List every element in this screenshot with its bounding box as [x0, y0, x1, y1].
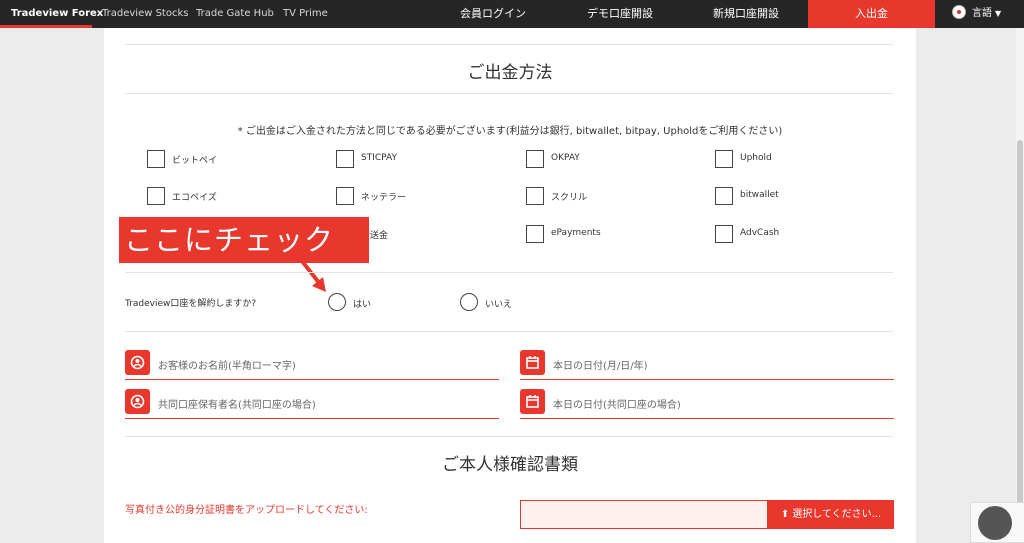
checkbox[interactable] — [526, 225, 544, 243]
joint-name-placeholder: 共同口座保有者名(共同口座の場合) — [158, 400, 316, 411]
withdraw-method-title: ご出金方法 — [467, 63, 553, 83]
joint-date-placeholder: 本日の日付(共同口座の場合) — [553, 400, 681, 411]
caret-down-icon: ▼ — [995, 9, 1002, 18]
nav-link-stocks[interactable]: Tradeview Stocks — [102, 0, 188, 28]
upload-file-display[interactable] — [520, 500, 768, 529]
radio-no[interactable] — [460, 293, 478, 311]
date-placeholder: 本日の日付(月/日/年) — [553, 361, 648, 372]
checkbox[interactable] — [715, 150, 733, 168]
nav-new-account[interactable]: 新規口座開設 — [713, 0, 779, 28]
checkbox[interactable] — [336, 187, 354, 205]
user-icon — [125, 350, 150, 375]
calendar-icon — [520, 389, 545, 414]
annotation-callout: ここにチェック — [119, 217, 369, 263]
radio-yes[interactable] — [328, 293, 346, 311]
upload-id-label: 写真付き公的身分証明書をアップロードしてください: — [125, 505, 368, 516]
close-account-question: Tradeview口座を解約しますか? — [125, 299, 257, 309]
checkbox[interactable] — [526, 187, 544, 205]
divider — [125, 93, 893, 94]
nav-link-tv-prime[interactable]: TV Prime — [283, 0, 328, 28]
radio-yes-label: はい — [353, 300, 372, 310]
joint-date-field[interactable]: 本日の日付(共同口座の場合) — [520, 389, 894, 419]
nav-member-login[interactable]: 会員ログイン — [460, 0, 526, 28]
checkbox[interactable] — [715, 225, 733, 243]
upload-icon: ⬆ — [780, 509, 790, 520]
divider — [125, 44, 893, 45]
identity-docs-title: ご本人様確認書類 — [442, 455, 578, 475]
radio-no-label: いいえ — [485, 300, 513, 310]
checkbox[interactable] — [147, 150, 165, 168]
name-placeholder: お客様のお名前(半角ローマ字) — [158, 361, 296, 372]
language-label: 言語 — [972, 8, 992, 19]
checkbox[interactable] — [147, 187, 165, 205]
checkbox[interactable] — [336, 150, 354, 168]
active-tab-underline — [0, 25, 92, 28]
divider — [125, 436, 893, 437]
withdraw-note: * ご出金はご入金された方法と同じである必要がございます(利益分は銀行, bit… — [237, 126, 783, 137]
calendar-icon — [520, 350, 545, 375]
checkbox[interactable] — [715, 187, 733, 205]
nav-deposit-withdraw-button[interactable]: 入出金 — [808, 0, 935, 28]
top-navigation: Tradeview Forex Tradeview Stocks Trade G… — [0, 0, 1024, 28]
date-field[interactable]: 本日の日付(月/日/年) — [520, 350, 894, 380]
upload-select-button[interactable]: ⬆ 選択してください... — [768, 500, 894, 529]
recaptcha-icon — [978, 506, 1012, 540]
divider — [125, 272, 893, 273]
japan-flag-icon — [952, 5, 966, 19]
nav-link-trade-gate-hub[interactable]: Trade Gate Hub — [196, 0, 274, 28]
divider — [125, 331, 893, 332]
language-selector[interactable]: 言語 ▼ — [952, 0, 1001, 28]
user-icon — [125, 389, 150, 414]
nav-demo-account[interactable]: デモ口座開設 — [587, 0, 653, 28]
name-field[interactable]: お客様のお名前(半角ローマ字) — [125, 350, 499, 380]
checkbox[interactable] — [526, 150, 544, 168]
joint-name-field[interactable]: 共同口座保有者名(共同口座の場合) — [125, 389, 499, 419]
nav-brand-tradeview-forex[interactable]: Tradeview Forex — [11, 0, 103, 28]
scrollbar-thumb[interactable] — [1017, 140, 1023, 510]
